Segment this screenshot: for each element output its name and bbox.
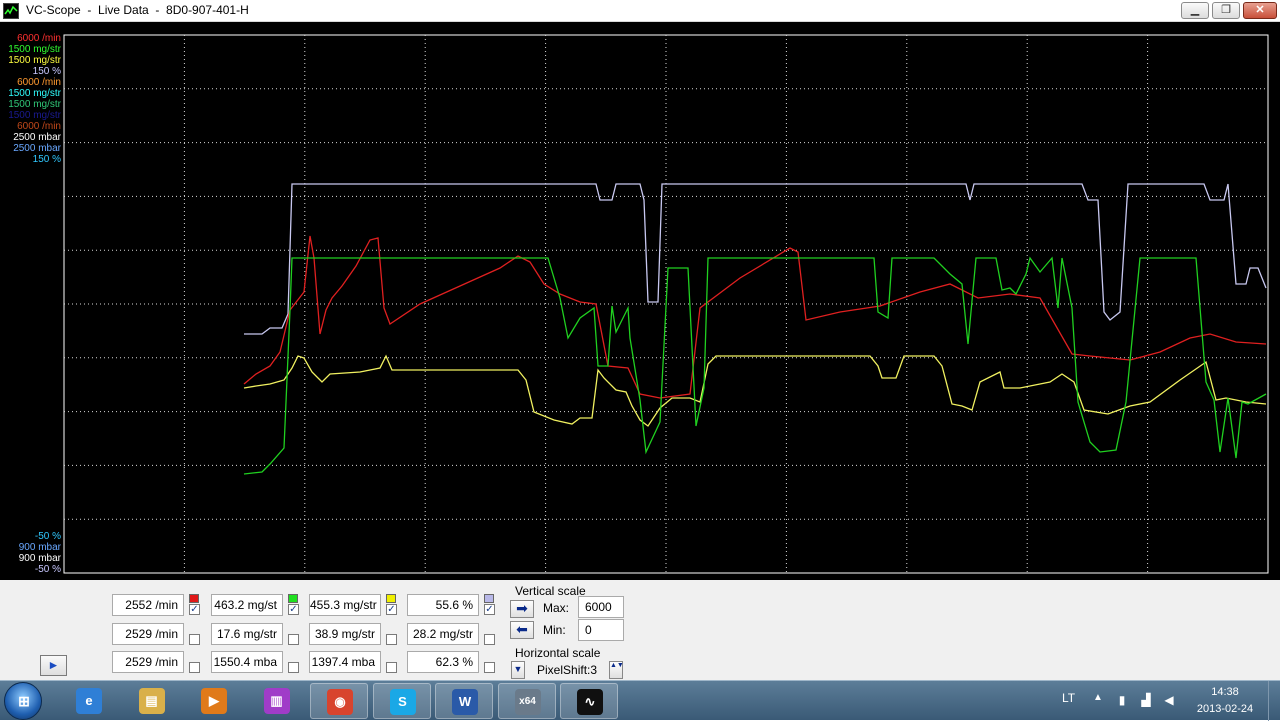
scale-min-label: 900 mbar bbox=[18, 542, 61, 553]
channel-color-swatch bbox=[189, 594, 199, 603]
channel-value: 2552 /min bbox=[112, 594, 184, 616]
pixelshift-value: PixelShift:3 bbox=[537, 663, 598, 677]
taskbar-app-skype[interactable]: S bbox=[372, 683, 431, 719]
start-button[interactable]: ⊞ bbox=[4, 682, 42, 720]
taskbar-app-media-player[interactable]: ▶ bbox=[185, 683, 243, 719]
trace-rpm bbox=[243, 235, 1267, 399]
scale-max-label: 150 % bbox=[32, 154, 61, 165]
word-icon: W bbox=[452, 689, 478, 715]
vcscope-app-icon bbox=[3, 3, 19, 19]
max-label: Max: bbox=[543, 601, 570, 615]
taskbar-app-ie[interactable]: e bbox=[60, 683, 118, 719]
vertical-scale-title: Vertical scale bbox=[515, 584, 586, 598]
scale-min-label: 900 mbar bbox=[18, 553, 61, 564]
scale-next-button[interactable]: ➡ bbox=[510, 600, 534, 618]
horizontal-scale-title: Horizontal scale bbox=[515, 646, 601, 660]
channel-checkbox[interactable]: ✓ bbox=[386, 604, 397, 615]
scale-max-label: 6000 /min bbox=[17, 121, 61, 132]
channel-checkbox[interactable] bbox=[386, 634, 397, 645]
min-label: Min: bbox=[543, 623, 566, 637]
scale-min-label: -50 % bbox=[34, 531, 61, 542]
scope-graph-area[interactable]: 6000 /min 1500 mg/str 1500 mg/str 150 % 6000… bbox=[0, 22, 1280, 580]
show-desktop-button[interactable] bbox=[1268, 681, 1280, 721]
channel-checkbox[interactable] bbox=[484, 634, 495, 645]
media-player-icon: ▶ bbox=[201, 688, 227, 714]
channel-value: 62.3 % bbox=[407, 651, 479, 673]
channel-value: 455.3 mg/str bbox=[309, 594, 381, 616]
skype-icon: S bbox=[389, 689, 416, 715]
channel-value: 28.2 mg/str bbox=[407, 623, 479, 645]
channel-value: 38.9 mg/str bbox=[309, 623, 381, 645]
taskbar-app-vcds[interactable]: x64 bbox=[497, 683, 556, 719]
windows-taskbar: ⊞ e ▤ ▶ ▥ ◉ S Wx64 ∿ LT ▲ ▮ ▟ ◀ 14:38 2013-02-2… bbox=[0, 680, 1280, 721]
clock-date[interactable]: 2013-02-24 bbox=[1190, 703, 1260, 715]
scale-max-label: 2500 mbar bbox=[13, 143, 61, 154]
channel-value: 2529 /min bbox=[112, 623, 184, 645]
scale-max-label: 150 % bbox=[32, 66, 61, 77]
close-button[interactable]: ✕ bbox=[1243, 2, 1277, 19]
ie-icon: e bbox=[76, 688, 102, 714]
trace-mass bbox=[243, 256, 1267, 475]
trace-percent bbox=[244, 183, 1267, 335]
taskbar-app-vcscope[interactable]: ∿ bbox=[560, 683, 618, 719]
scale-max-label: 1500 mg/str bbox=[8, 110, 61, 121]
taskbar-app-chrome[interactable]: ◉ bbox=[310, 683, 368, 719]
channel-checkbox[interactable] bbox=[288, 634, 299, 645]
channel-value: 55.6 % bbox=[407, 594, 479, 616]
trace-requested bbox=[243, 354, 1267, 427]
scale-max-label: 1500 mg/str bbox=[8, 55, 61, 66]
vcds-icon: x64 bbox=[514, 689, 541, 715]
channel-value: 463.2 mg/st bbox=[211, 594, 283, 616]
horizontal-scale-down-button[interactable]: ▼ bbox=[511, 661, 525, 679]
scale-max-label: 6000 /min bbox=[17, 77, 61, 88]
channel-value: 1397.4 mba bbox=[309, 651, 381, 673]
channel-checkbox[interactable]: ✓ bbox=[288, 604, 299, 615]
title-bar: VC-Scope - Live Data - 8D0-907-401-H ▁ ❐… bbox=[0, 0, 1280, 22]
taskbar-app-word[interactable]: W bbox=[435, 683, 493, 719]
play-button[interactable]: ► bbox=[40, 655, 67, 676]
channel-value: 17.6 mg/str bbox=[211, 623, 283, 645]
channel-color-swatch bbox=[386, 594, 396, 603]
window-title: VC-Scope - Live Data - 8D0-907-401-H bbox=[26, 3, 249, 17]
show-hidden-icons-button[interactable]: ▲ bbox=[1093, 692, 1103, 703]
scale-min-label: -50 % bbox=[34, 564, 61, 575]
scale-max-label: 1500 mg/str bbox=[8, 44, 61, 55]
chrome-icon: ◉ bbox=[327, 689, 353, 715]
pixelshift-updown-spinner[interactable]: ▲▼ bbox=[609, 661, 624, 679]
minimize-button[interactable]: ▁ bbox=[1181, 2, 1209, 19]
channel-value: 2529 /min bbox=[112, 651, 184, 673]
channel-checkbox[interactable] bbox=[484, 662, 495, 673]
max-input[interactable]: 6000 bbox=[578, 596, 624, 618]
channel-checkbox[interactable] bbox=[386, 662, 397, 673]
channel-checkbox[interactable]: ✓ bbox=[484, 604, 495, 615]
language-indicator[interactable]: LT bbox=[1062, 691, 1075, 705]
maximize-button[interactable]: ❐ bbox=[1212, 2, 1240, 19]
taskbar-app-explorer[interactable]: ▤ bbox=[123, 683, 181, 719]
channel-checkbox[interactable] bbox=[288, 662, 299, 673]
control-panel: 2552 /min ✓ 463.2 mg/st ✓ 455.3 mg/str ✓ 55.6 … bbox=[0, 580, 1280, 680]
scale-max-label: 1500 mg/str bbox=[8, 99, 61, 110]
scale-max-label: 6000 /min bbox=[17, 33, 61, 44]
channel-color-swatch bbox=[484, 594, 494, 603]
channel-checkbox[interactable]: ✓ bbox=[189, 604, 200, 615]
vcscope-icon: ∿ bbox=[577, 689, 603, 715]
channel-checkbox[interactable] bbox=[189, 634, 200, 645]
scale-prev-button[interactable]: ⬅ bbox=[510, 621, 534, 639]
explorer-icon: ▤ bbox=[138, 688, 165, 714]
channel-value: 1550.4 mba bbox=[211, 651, 283, 673]
channel-checkbox[interactable] bbox=[189, 662, 200, 673]
channel-color-swatch bbox=[288, 594, 298, 603]
onenote-icon: ▥ bbox=[263, 688, 290, 714]
scale-max-label: 2500 mbar bbox=[13, 132, 61, 143]
network-icon[interactable]: ▟ bbox=[1139, 692, 1153, 708]
scope-plot bbox=[63, 34, 1269, 574]
scale-max-label: 1500 mg/str bbox=[8, 88, 61, 99]
volume-icon[interactable]: ◀ bbox=[1162, 692, 1176, 708]
clock-time[interactable]: 14:38 bbox=[1195, 686, 1255, 698]
min-input[interactable]: 0 bbox=[578, 619, 624, 641]
windows-logo-icon: ⊞ bbox=[18, 693, 30, 709]
battery-icon[interactable]: ▮ bbox=[1115, 692, 1129, 708]
taskbar-app-onenote[interactable]: ▥ bbox=[248, 683, 306, 719]
